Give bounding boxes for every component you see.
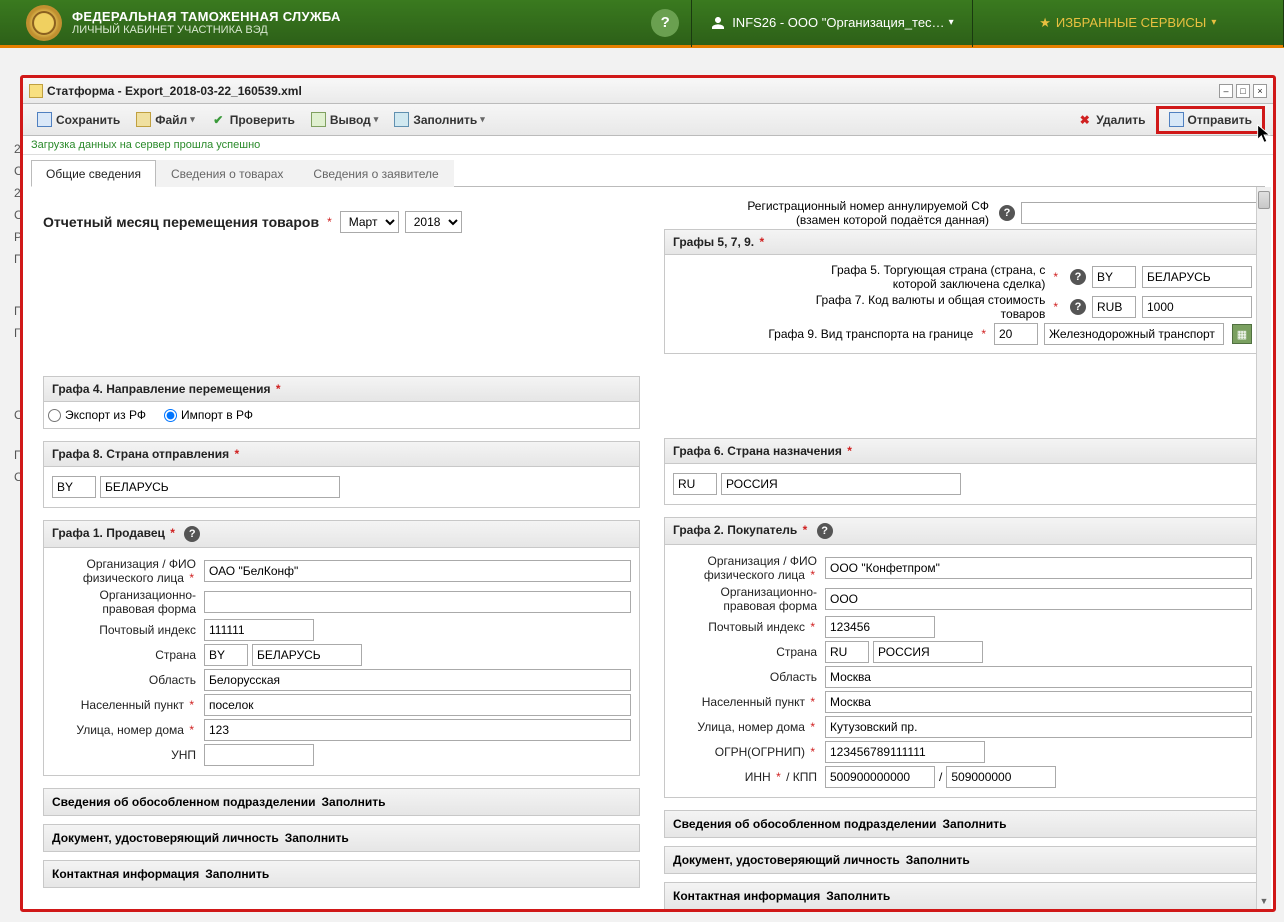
lookup-button[interactable]: ▦ bbox=[1232, 324, 1252, 344]
buyer-ogrn-input[interactable] bbox=[825, 741, 985, 763]
scrollbar-thumb[interactable] bbox=[1258, 191, 1270, 209]
user-label: INFS26 - ООО "Организация_тес… bbox=[732, 15, 944, 30]
g6-code-input[interactable] bbox=[673, 473, 717, 495]
help-icon[interactable]: ? bbox=[817, 523, 833, 539]
seller-zip-input[interactable] bbox=[204, 619, 314, 641]
tab-goods[interactable]: Сведения о товарах bbox=[156, 160, 298, 187]
user-dropdown[interactable]: INFS26 - ООО "Организация_тес… ▾ bbox=[692, 15, 971, 31]
seller-doc-panel[interactable]: Документ, удостоверяющий личностьЗаполни… bbox=[43, 824, 640, 852]
scroll-down-icon[interactable]: ▼ bbox=[1257, 893, 1271, 909]
buyer-ccode-input[interactable] bbox=[825, 641, 869, 663]
brand-title: ФЕДЕРАЛЬНАЯ ТАМОЖЕННАЯ СЛУЖБА bbox=[72, 9, 341, 24]
buyer-kpp-input[interactable] bbox=[946, 766, 1056, 788]
file-dropdown[interactable]: Файл bbox=[130, 110, 200, 129]
g9-name-input[interactable] bbox=[1044, 323, 1224, 345]
delete-icon: ✖ bbox=[1077, 112, 1092, 127]
seller-region-input[interactable] bbox=[204, 669, 631, 691]
report-month-label: Отчетный месяц перемещения товаров bbox=[43, 214, 319, 230]
panel-g2-buyer: Графа 2. Покупатель * ? Организация / ФИ… bbox=[664, 517, 1261, 798]
modal-window: Статформа - Export_2018-03-22_160539.xml… bbox=[20, 75, 1276, 912]
tab-applicant[interactable]: Сведения о заявителе bbox=[298, 160, 453, 187]
help-icon[interactable]: ? bbox=[999, 205, 1015, 221]
seller-contact-panel[interactable]: Контактная информацияЗаполнить bbox=[43, 860, 640, 888]
seller-unp-input[interactable] bbox=[204, 744, 314, 766]
buyer-region-input[interactable] bbox=[825, 666, 1252, 688]
help-icon[interactable]: ? bbox=[1070, 269, 1086, 285]
help-icon[interactable]: ? bbox=[1070, 299, 1086, 315]
document-icon bbox=[29, 84, 43, 98]
month-select[interactable]: Март bbox=[340, 211, 399, 233]
minimize-button[interactable]: – bbox=[1219, 84, 1233, 98]
g5-code-input[interactable] bbox=[1092, 266, 1136, 288]
g7-code-input[interactable] bbox=[1092, 296, 1136, 318]
g8-name-input[interactable] bbox=[100, 476, 340, 498]
help-icon[interactable]: ? bbox=[184, 526, 200, 542]
seller-street-input[interactable] bbox=[204, 719, 631, 741]
g6-name-input[interactable] bbox=[721, 473, 961, 495]
output-icon bbox=[311, 112, 326, 127]
panel-g6: Графа 6. Страна назначения * bbox=[664, 438, 1261, 505]
tab-general[interactable]: Общие сведения bbox=[31, 160, 156, 187]
buyer-cname-input[interactable] bbox=[873, 641, 983, 663]
vertical-scrollbar[interactable]: ▲ ▼ bbox=[1256, 187, 1271, 909]
import-radio[interactable]: Импорт в РФ bbox=[164, 408, 253, 422]
panel-g4: Графа 4. Направление перемещения * Экспо… bbox=[43, 376, 640, 429]
buyer-org-input[interactable] bbox=[825, 557, 1252, 579]
fill-dropdown[interactable]: Заполнить bbox=[388, 110, 491, 129]
status-message: Загрузка данных на сервер прошла успешно bbox=[23, 136, 1273, 155]
help-button[interactable]: ? bbox=[651, 9, 679, 37]
buyer-form-input[interactable] bbox=[825, 588, 1252, 610]
reg-num-input[interactable] bbox=[1021, 202, 1261, 224]
buyer-unit-panel[interactable]: Сведения об обособленном подразделенииЗа… bbox=[664, 810, 1261, 838]
g7-val-input[interactable] bbox=[1142, 296, 1252, 318]
form-body: Отчетный месяц перемещения товаров * Мар… bbox=[23, 187, 1273, 909]
seller-ccode-input[interactable] bbox=[204, 644, 248, 666]
g5-name-input[interactable] bbox=[1142, 266, 1252, 288]
g8-code-input[interactable] bbox=[52, 476, 96, 498]
fill-icon bbox=[394, 112, 409, 127]
favorites-dropdown[interactable]: ИЗБРАННЫЕ СЕРВИСЫ bbox=[973, 15, 1283, 31]
toolbar: Сохранить Файл ✔Проверить Вывод Заполнит… bbox=[23, 104, 1273, 136]
seller-unit-panel[interactable]: Сведения об обособленном подразделенииЗа… bbox=[43, 788, 640, 816]
file-icon bbox=[136, 112, 151, 127]
save-button[interactable]: Сохранить bbox=[31, 110, 126, 129]
reg-num-label: Регистрационный номер аннулируемой СФ(вз… bbox=[747, 199, 989, 227]
user-icon bbox=[710, 15, 726, 31]
seller-org-input[interactable] bbox=[204, 560, 631, 582]
check-button[interactable]: ✔Проверить bbox=[205, 110, 301, 129]
modal-titlebar: Статформа - Export_2018-03-22_160539.xml… bbox=[23, 78, 1273, 104]
buyer-contact-panel[interactable]: Контактная информацияЗаполнить bbox=[664, 882, 1261, 909]
save-icon bbox=[37, 112, 52, 127]
export-radio[interactable]: Экспорт из РФ bbox=[48, 408, 146, 422]
seller-cname-input[interactable] bbox=[252, 644, 362, 666]
tab-bar: Общие сведения Сведения о товарах Сведен… bbox=[31, 159, 1265, 187]
panel-g8: Графа 8. Страна отправления * bbox=[43, 441, 640, 508]
send-icon bbox=[1169, 112, 1184, 127]
buyer-city-input[interactable] bbox=[825, 691, 1252, 713]
buyer-doc-panel[interactable]: Документ, удостоверяющий личностьЗаполни… bbox=[664, 846, 1261, 874]
top-bar: ФЕДЕРАЛЬНАЯ ТАМОЖЕННАЯ СЛУЖБА ЛИЧНЫЙ КАБ… bbox=[0, 0, 1284, 48]
modal-title: Статформа - Export_2018-03-22_160539.xml bbox=[47, 84, 1216, 98]
send-button[interactable]: Отправить bbox=[1163, 110, 1258, 129]
check-icon: ✔ bbox=[211, 112, 226, 127]
seller-form-input[interactable] bbox=[204, 591, 631, 613]
delete-button[interactable]: ✖Удалить bbox=[1071, 110, 1151, 129]
send-highlight: Отправить bbox=[1156, 106, 1265, 134]
seller-city-input[interactable] bbox=[204, 694, 631, 716]
brand-subtitle: ЛИЧНЫЙ КАБИНЕТ УЧАСТНИКА ВЭД bbox=[72, 24, 341, 36]
buyer-street-input[interactable] bbox=[825, 716, 1252, 738]
close-button[interactable]: × bbox=[1253, 84, 1267, 98]
emblem-icon bbox=[26, 5, 62, 41]
maximize-button[interactable]: □ bbox=[1236, 84, 1250, 98]
output-dropdown[interactable]: Вывод bbox=[305, 110, 384, 129]
g9-code-input[interactable] bbox=[994, 323, 1038, 345]
panel-g579: Графы 5, 7, 9. * Графа 5. Торгующая стра… bbox=[664, 229, 1261, 354]
panel-g1-seller: Графа 1. Продавец * ? Организация / ФИО … bbox=[43, 520, 640, 776]
year-select[interactable]: 2018 bbox=[405, 211, 462, 233]
buyer-inn-input[interactable] bbox=[825, 766, 935, 788]
buyer-zip-input[interactable] bbox=[825, 616, 935, 638]
